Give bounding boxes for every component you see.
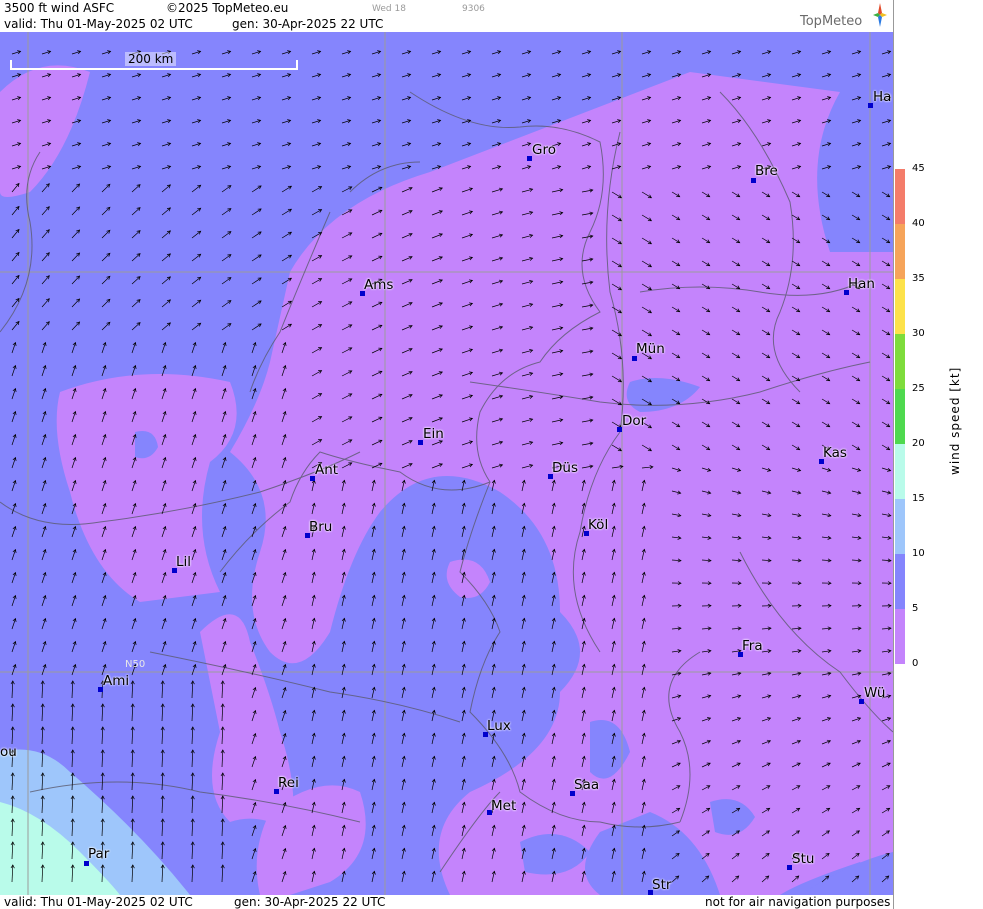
city-label: Wü bbox=[864, 685, 886, 701]
color-scale-tick: 0 bbox=[912, 658, 919, 669]
city-label: Ami bbox=[103, 673, 130, 689]
map-title: 3500 ft wind ASFC bbox=[4, 1, 115, 15]
disclaimer: not for air navigation purposes bbox=[705, 895, 891, 909]
color-scale-tick: 40 bbox=[912, 218, 925, 229]
city-label: ou bbox=[0, 744, 17, 760]
color-scale-segment bbox=[895, 389, 905, 444]
color-scale-tick: 10 bbox=[912, 548, 925, 559]
city-label: Bre bbox=[755, 163, 778, 179]
city-label: Ein bbox=[423, 426, 444, 442]
footer-generated-time: gen: 30-Apr-2025 22 UTC bbox=[234, 895, 386, 909]
valid-time: valid: Thu 01-May-2025 02 UTC bbox=[4, 17, 193, 31]
city-label: Stu bbox=[792, 851, 815, 867]
color-scale-segment bbox=[895, 169, 905, 224]
color-scale-tick: 35 bbox=[912, 273, 925, 284]
city-label: Mün bbox=[636, 341, 665, 357]
city-label: Köl bbox=[588, 517, 609, 533]
color-scale-segment bbox=[895, 444, 905, 499]
color-scale-segment bbox=[895, 609, 905, 664]
legend-axis-label: wind speed [kt] bbox=[948, 366, 962, 475]
color-scale-tick: 20 bbox=[912, 438, 925, 449]
color-scale-segment bbox=[895, 279, 905, 334]
footer-valid-time: valid: Thu 01-May-2025 02 UTC bbox=[4, 895, 193, 909]
city-label: Saa bbox=[574, 777, 600, 793]
color-scale-tick: 5 bbox=[912, 603, 919, 614]
city-label: Dor bbox=[622, 413, 647, 429]
color-scale-tick: 45 bbox=[912, 163, 925, 174]
color-scale-segment bbox=[895, 499, 905, 554]
color-scale-tick: 25 bbox=[912, 383, 925, 394]
topmeteo-logo: TopMeteo bbox=[800, 2, 890, 30]
city-label: Gro bbox=[532, 142, 556, 158]
city-label: Bru bbox=[309, 519, 333, 535]
generated-time: gen: 30-Apr-2025 22 UTC bbox=[232, 17, 384, 31]
city-label: Str bbox=[652, 877, 672, 893]
city-label: Met bbox=[491, 798, 517, 814]
city-label: Ha bbox=[873, 89, 892, 105]
city-label: Ant bbox=[315, 462, 339, 478]
color-scale-tick: 30 bbox=[912, 328, 925, 339]
color-legend: 45 40 35 30 25 20 15 10 5 0 wind speed [kt] bbox=[893, 0, 983, 909]
compass-star-icon bbox=[873, 3, 887, 27]
header: 3500 ft wind ASFC ©2025 TopMeteo.eu Wed … bbox=[0, 0, 893, 32]
city-label: Lil bbox=[176, 554, 192, 570]
scale-label: 200 km bbox=[125, 52, 177, 66]
run-code: 9306 bbox=[462, 4, 485, 14]
color-scale-segment bbox=[895, 554, 905, 609]
footer: valid: Thu 01-May-2025 02 UTC gen: 30-Ap… bbox=[0, 895, 893, 909]
city-label: Han bbox=[848, 276, 875, 292]
color-scale-segment bbox=[895, 334, 905, 389]
wind-map[interactable]: 200 km N50 Gro Bre Ha Ams Han Mün Dor Ei… bbox=[0, 32, 893, 895]
city-label: Par bbox=[88, 846, 110, 862]
city-label: Rei bbox=[278, 775, 299, 791]
copyright: ©2025 TopMeteo.eu bbox=[166, 1, 289, 15]
city-label: Düs bbox=[552, 460, 578, 476]
city-label: Kas bbox=[823, 445, 847, 461]
run-day: Wed 18 bbox=[372, 4, 406, 14]
wind-field-svg bbox=[0, 32, 893, 895]
city-label: Lux bbox=[487, 718, 511, 734]
latitude-label: N50 bbox=[125, 659, 146, 670]
color-scale-segment bbox=[895, 224, 905, 279]
city-label: Fra bbox=[742, 638, 763, 654]
color-scale-tick: 15 bbox=[912, 493, 925, 504]
city-label: Ams bbox=[364, 277, 394, 293]
logo-text: TopMeteo bbox=[800, 14, 863, 29]
